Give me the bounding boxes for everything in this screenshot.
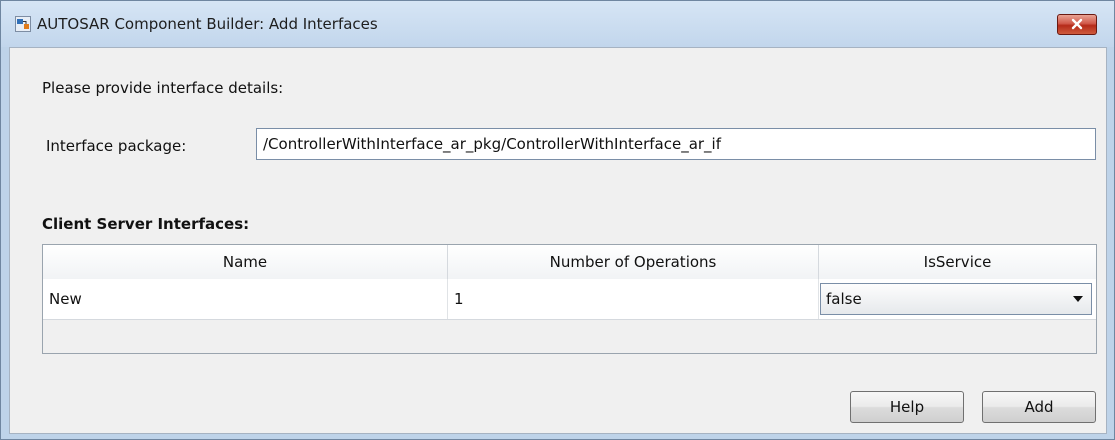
table-header: Name Number of Operations IsService [43, 245, 1096, 280]
cell-name[interactable]: New [43, 279, 448, 319]
column-header-number-of-operations[interactable]: Number of Operations [448, 245, 819, 279]
close-icon [1070, 15, 1084, 34]
dialog-window: AUTOSAR Component Builder: Add Interface… [0, 0, 1115, 440]
isservice-dropdown[interactable]: false [820, 283, 1092, 315]
close-button[interactable] [1057, 14, 1097, 35]
app-icon [15, 16, 31, 32]
interfaces-table: Name Number of Operations IsService New … [42, 244, 1097, 354]
column-header-isservice[interactable]: IsService [819, 245, 1096, 279]
add-button[interactable]: Add [982, 391, 1096, 423]
client-server-interfaces-heading: Client Server Interfaces: [42, 215, 250, 233]
column-header-name[interactable]: Name [43, 245, 448, 279]
title-bar[interactable]: AUTOSAR Component Builder: Add Interface… [1, 1, 1114, 47]
table-row[interactable]: New 1 false [43, 279, 1096, 320]
dialog-body: Please provide interface details: Interf… [9, 47, 1107, 434]
cell-number-of-operations[interactable]: 1 [448, 279, 819, 319]
instructions-text: Please provide interface details: [42, 79, 284, 97]
chevron-down-icon [1073, 296, 1083, 302]
help-button[interactable]: Help [850, 391, 964, 423]
interface-package-label: Interface package: [46, 137, 187, 155]
isservice-selected-value: false [826, 290, 862, 308]
interface-package-input[interactable] [256, 128, 1096, 160]
window-title: AUTOSAR Component Builder: Add Interface… [37, 15, 378, 33]
